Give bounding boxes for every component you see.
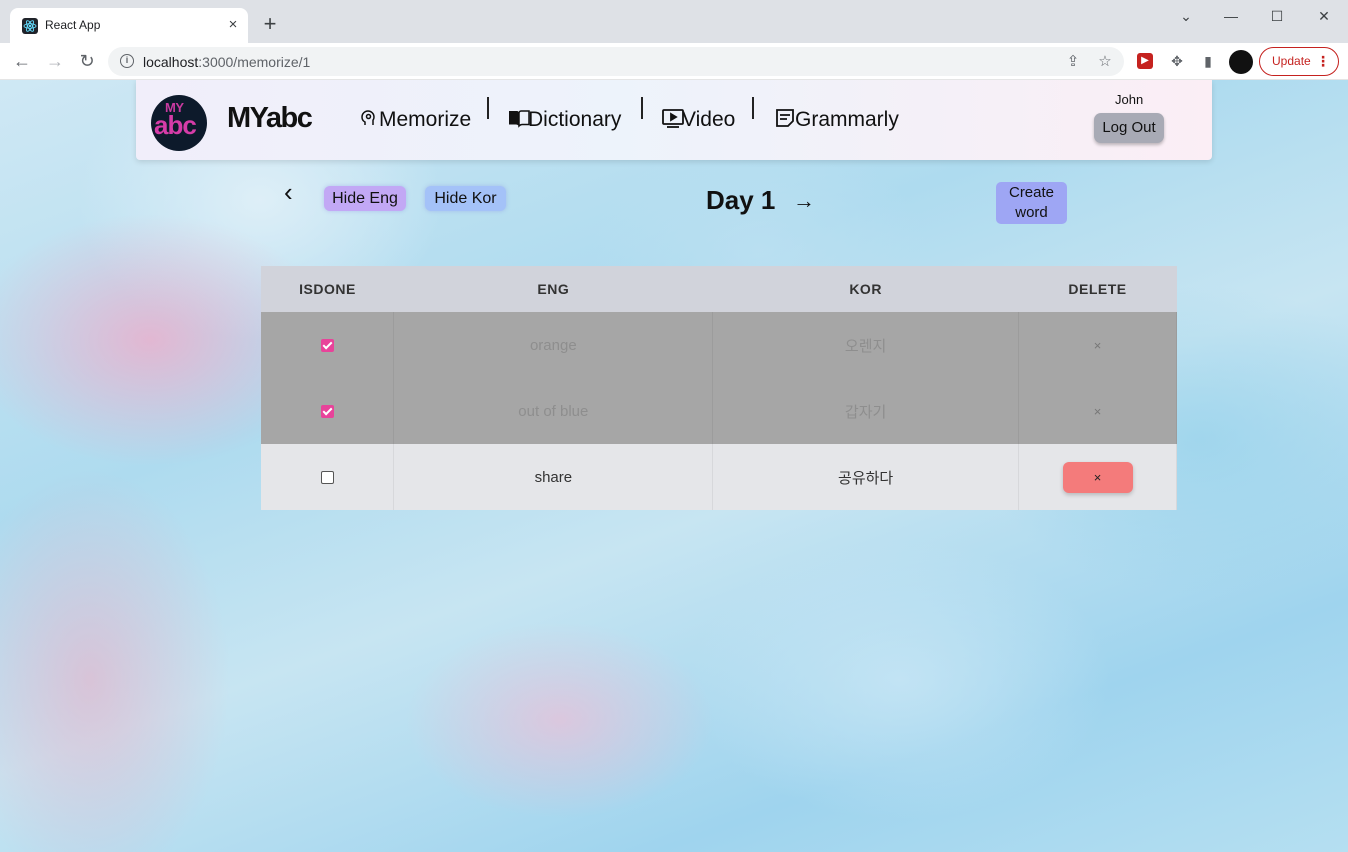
update-button[interactable]: Update ⋮ [1259, 47, 1339, 76]
video-icon [662, 108, 684, 128]
word-table: ISDONE ENG KOR DELETE orange 오렌지 × out o… [261, 266, 1177, 510]
isdone-checkbox[interactable] [320, 405, 334, 419]
tab-search-icon[interactable]: ⌄ [1171, 6, 1201, 26]
site-info-icon[interactable]: i [120, 54, 134, 68]
profile-avatar[interactable] [1229, 50, 1253, 74]
isdone-checkbox[interactable] [320, 471, 334, 485]
table-row: out of blue 갑자기 × [261, 378, 1177, 444]
note-icon [775, 108, 795, 128]
nav-divider [641, 97, 643, 119]
create-word-button[interactable]: Create word [996, 182, 1067, 224]
word-eng: orange [393, 312, 714, 378]
browser-tabstrip: React App × + ⌄ — ☐ ✕ [0, 0, 1348, 43]
isdone-checkbox[interactable] [320, 339, 334, 353]
delete-button[interactable]: × [1094, 338, 1102, 353]
delete-button[interactable]: × [1094, 404, 1102, 419]
nav-divider [487, 97, 489, 119]
hide-kor-button[interactable]: Hide Kor [425, 186, 506, 211]
word-eng: share [393, 444, 714, 510]
tab-title: React App [45, 18, 101, 32]
word-kor: 공유하다 [712, 444, 1020, 510]
nav-memorize[interactable]: Memorize [359, 108, 471, 132]
previous-day-icon[interactable]: ‹ [284, 179, 304, 205]
table-row: share 공유하다 × [261, 444, 1177, 510]
delete-button[interactable]: × [1062, 461, 1133, 493]
brand-title[interactable]: MYabc [227, 102, 313, 135]
nav-video[interactable]: Video [662, 108, 735, 132]
extension-record-icon[interactable]: ▶ [1137, 53, 1153, 69]
header-eng: ENG [393, 266, 713, 312]
table-row: orange 오렌지 × [261, 312, 1177, 378]
header-delete: DELETE [1018, 266, 1177, 312]
new-tab-button[interactable]: + [258, 12, 282, 36]
minimize-button[interactable]: — [1216, 6, 1246, 26]
browser-toolbar: ← → ↻ i localhost:3000/memorize/1 ⇪ ☆ ▶ … [0, 43, 1348, 80]
header-isdone: ISDONE [261, 266, 394, 312]
logout-button[interactable]: Log Out [1094, 113, 1164, 143]
react-favicon-icon [22, 18, 38, 34]
browser-tab[interactable]: React App × [10, 8, 248, 43]
book-icon [508, 108, 530, 128]
extensions-puzzle-icon[interactable]: ✥ [1168, 52, 1186, 70]
word-eng: out of blue [393, 378, 714, 444]
close-window-button[interactable]: ✕ [1309, 6, 1339, 26]
page-viewport: MY abc MYabc Memorize Dictionary Video G… [0, 80, 1348, 852]
back-icon[interactable]: ← [10, 49, 34, 73]
word-kor: 오렌지 [712, 312, 1020, 378]
myabc-logo[interactable]: MY abc [151, 95, 207, 151]
nav-divider [752, 97, 754, 119]
reload-icon[interactable]: ↻ [75, 49, 99, 73]
bookmark-star-icon[interactable]: ☆ [1096, 53, 1114, 71]
table-header-row: ISDONE ENG KOR DELETE [261, 266, 1177, 312]
nav-dictionary[interactable]: Dictionary [508, 108, 621, 132]
side-panel-icon[interactable]: ▮ [1199, 52, 1217, 70]
hide-eng-button[interactable]: Hide Eng [324, 186, 406, 211]
tab-close-icon[interactable]: × [224, 16, 242, 34]
nav-grammarly[interactable]: Grammarly [775, 108, 899, 132]
app-navbar: MY abc MYabc Memorize Dictionary Video G… [136, 80, 1212, 160]
next-day-icon[interactable]: → [793, 188, 815, 214]
brain-icon [359, 108, 379, 128]
maximize-button[interactable]: ☐ [1262, 6, 1292, 26]
word-kor: 갑자기 [712, 378, 1020, 444]
user-name: John [1115, 92, 1144, 107]
address-url[interactable]: localhost:3000/memorize/1 [143, 54, 310, 70]
header-kor: KOR [712, 266, 1019, 312]
address-bar[interactable]: i localhost:3000/memorize/1 ⇪ ☆ [108, 47, 1124, 76]
forward-icon[interactable]: → [43, 49, 67, 73]
day-title: Day 1 [706, 185, 776, 215]
share-icon[interactable]: ⇪ [1064, 53, 1082, 71]
